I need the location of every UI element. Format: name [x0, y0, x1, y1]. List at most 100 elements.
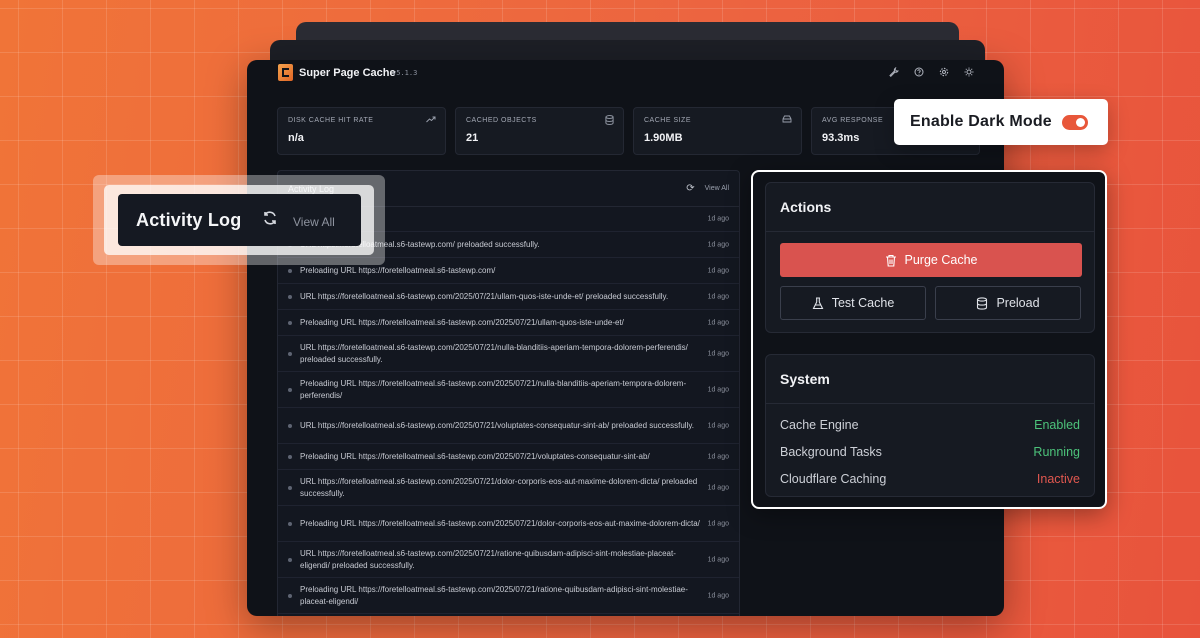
- stats-row: DISK CACHE HIT RATE n/a CACHED OBJECTS 2…: [277, 107, 980, 155]
- bullet-icon: [288, 557, 292, 562]
- actions-card: Actions Purge Cache Test Cache Preload: [765, 182, 1095, 333]
- bullet-icon: [288, 454, 292, 459]
- preload-label: Preload: [996, 296, 1040, 310]
- log-timestamp: 1d ago: [707, 241, 729, 248]
- log-message: URL https://foretelloatmeal.s6-tastewp.c…: [300, 477, 698, 498]
- gear-icon[interactable]: [939, 67, 949, 77]
- drive-icon: [782, 115, 792, 125]
- system-title: System: [766, 355, 1094, 404]
- app-title: Super Page Cache: [299, 67, 396, 79]
- log-message: Preloading URL https://foretelloatmeal.s…: [300, 518, 700, 528]
- app-logo-icon: [278, 64, 293, 81]
- log-message: Preloading URL https://foretelloatmeal.s…: [300, 451, 650, 461]
- log-message: URL https://foretelloatmeal.s6-tastewp.c…: [300, 343, 688, 364]
- test-cache-label: Test Cache: [831, 296, 895, 310]
- system-row-label: Cloudflare Caching: [780, 472, 887, 486]
- activity-callout-title: Activity Log: [136, 209, 242, 230]
- log-timestamp: 1d ago: [707, 453, 729, 460]
- toggle-knob: [1076, 118, 1085, 127]
- refresh-icon[interactable]: ⟳: [686, 183, 694, 194]
- status-badge: Inactive: [1036, 472, 1080, 486]
- list-item: URL https://foretelloatmeal.s6-tastewp.c…: [278, 542, 739, 578]
- log-message: Preloading URL https://foretelloatmeal.s…: [300, 379, 687, 400]
- activity-log-controls: ⟳ View All: [686, 183, 729, 194]
- log-timestamp: 1d ago: [707, 215, 729, 223]
- log-timestamp: 1d ago: [707, 556, 729, 563]
- log-timestamp: 1d ago: [707, 484, 729, 491]
- system-row-cloudflare-caching: Cloudflare Caching Inactive: [780, 472, 1080, 486]
- list-item: Preloading URL https://foretelloatmeal.s…: [278, 506, 739, 542]
- status-badge: Enabled: [1034, 418, 1080, 432]
- log-timestamp: 1d ago: [707, 293, 729, 300]
- stat-card-cache-size: CACHE SIZE 1.90MB: [633, 107, 802, 155]
- log-timestamp: 1d ago: [707, 422, 729, 429]
- bullet-icon: [288, 294, 292, 299]
- stat-card-hit-rate: DISK CACHE HIT RATE n/a: [277, 107, 446, 155]
- stat-value: n/a: [288, 132, 304, 144]
- system-row-label: Background Tasks: [780, 445, 882, 459]
- dark-mode-popup: Enable Dark Mode: [894, 99, 1108, 145]
- log-message: Preloading URL https://foretelloatmeal.s…: [300, 585, 688, 606]
- bullet-icon: [288, 351, 292, 356]
- list-item: Preloading URL https://foretelloatmeal.s…: [278, 444, 739, 470]
- log-timestamp: 1d ago: [707, 267, 729, 274]
- stat-label: CACHED OBJECTS: [466, 117, 537, 124]
- right-panel: Actions Purge Cache Test Cache Preload S…: [751, 170, 1107, 509]
- refresh-icon[interactable]: [262, 210, 278, 231]
- actions-title: Actions: [766, 183, 1094, 232]
- stat-value: 21: [466, 132, 479, 144]
- dark-mode-toggle[interactable]: [1062, 115, 1088, 130]
- stat-value: 1.90MB: [644, 132, 683, 144]
- app-header: Super Page Cache v5.1.3: [247, 60, 1004, 88]
- system-row-cache-engine: Cache Engine Enabled: [780, 418, 1080, 432]
- log-timestamp: 1d ago: [707, 386, 729, 393]
- activity-log-list: 1d ago URL https://foretelloatmeal.s6-tas…: [278, 207, 739, 614]
- bullet-icon: [288, 387, 292, 392]
- help-icon[interactable]: [914, 67, 924, 77]
- dark-mode-label: Enable Dark Mode: [910, 113, 1052, 130]
- list-item: URL https://foretelloatmeal.s6-tastewp.c…: [278, 408, 739, 444]
- stat-card-cached-objects: CACHED OBJECTS 21: [455, 107, 624, 155]
- list-item: URL https://foretelloatmeal.s6-tastewp.c…: [278, 336, 739, 372]
- log-timestamp: 1d ago: [707, 350, 729, 357]
- view-all-link[interactable]: View All: [705, 185, 729, 192]
- log-message: Preloading URL https://foretelloatmeal.s…: [300, 265, 496, 275]
- bullet-icon: [288, 593, 292, 598]
- log-message: Preloading URL https://foretelloatmeal.s…: [300, 317, 624, 327]
- list-item: Preloading URL https://foretelloatmeal.s…: [278, 310, 739, 336]
- bullet-icon: [288, 423, 292, 428]
- preload-button[interactable]: Preload: [935, 286, 1081, 320]
- trash-icon: [885, 254, 896, 267]
- list-item: URL https://foretelloatmeal.s6-tastewp.c…: [278, 284, 739, 310]
- purge-cache-label: Purge Cache: [904, 253, 978, 267]
- list-item: Preloading URL https://foretelloatmeal.s…: [278, 578, 739, 614]
- log-message: URL https://foretelloatmeal.s6-tastewp.c…: [300, 549, 676, 570]
- wrench-icon[interactable]: [889, 66, 899, 78]
- status-badge: Running: [1033, 445, 1080, 459]
- database-icon: [605, 115, 614, 127]
- stat-label: CACHE SIZE: [644, 117, 692, 124]
- log-timestamp: 1d ago: [707, 319, 729, 326]
- bullet-icon: [288, 485, 292, 490]
- flask-icon: [812, 296, 824, 309]
- bullet-icon: [288, 521, 292, 526]
- list-item: Preloading URL https://foretelloatmeal.s…: [278, 372, 739, 408]
- list-item: URL https://foretelloatmeal.s6-tastewp.c…: [278, 470, 739, 506]
- system-row-label: Cache Engine: [780, 418, 859, 432]
- log-timestamp: 1d ago: [707, 592, 729, 599]
- system-row-background-tasks: Background Tasks Running: [780, 445, 1080, 459]
- activity-log-callout: Activity Log View All: [118, 194, 361, 246]
- test-cache-button[interactable]: Test Cache: [780, 286, 926, 320]
- view-all-link[interactable]: View All: [293, 215, 335, 229]
- app-version: v5.1.3: [392, 69, 418, 77]
- log-timestamp: 1d ago: [707, 520, 729, 527]
- system-card: System Cache Engine Enabled Background T…: [765, 354, 1095, 497]
- sun-icon[interactable]: [964, 67, 974, 77]
- purge-cache-button[interactable]: Purge Cache: [780, 243, 1082, 277]
- stat-label: DISK CACHE HIT RATE: [288, 117, 374, 124]
- trend-up-icon: [426, 115, 436, 125]
- database-icon: [977, 296, 988, 310]
- header-icons: [889, 66, 974, 78]
- log-message: URL https://foretelloatmeal.s6-tastewp.c…: [300, 420, 694, 430]
- log-message: URL https://foretelloatmeal.s6-tastewp.c…: [300, 291, 669, 301]
